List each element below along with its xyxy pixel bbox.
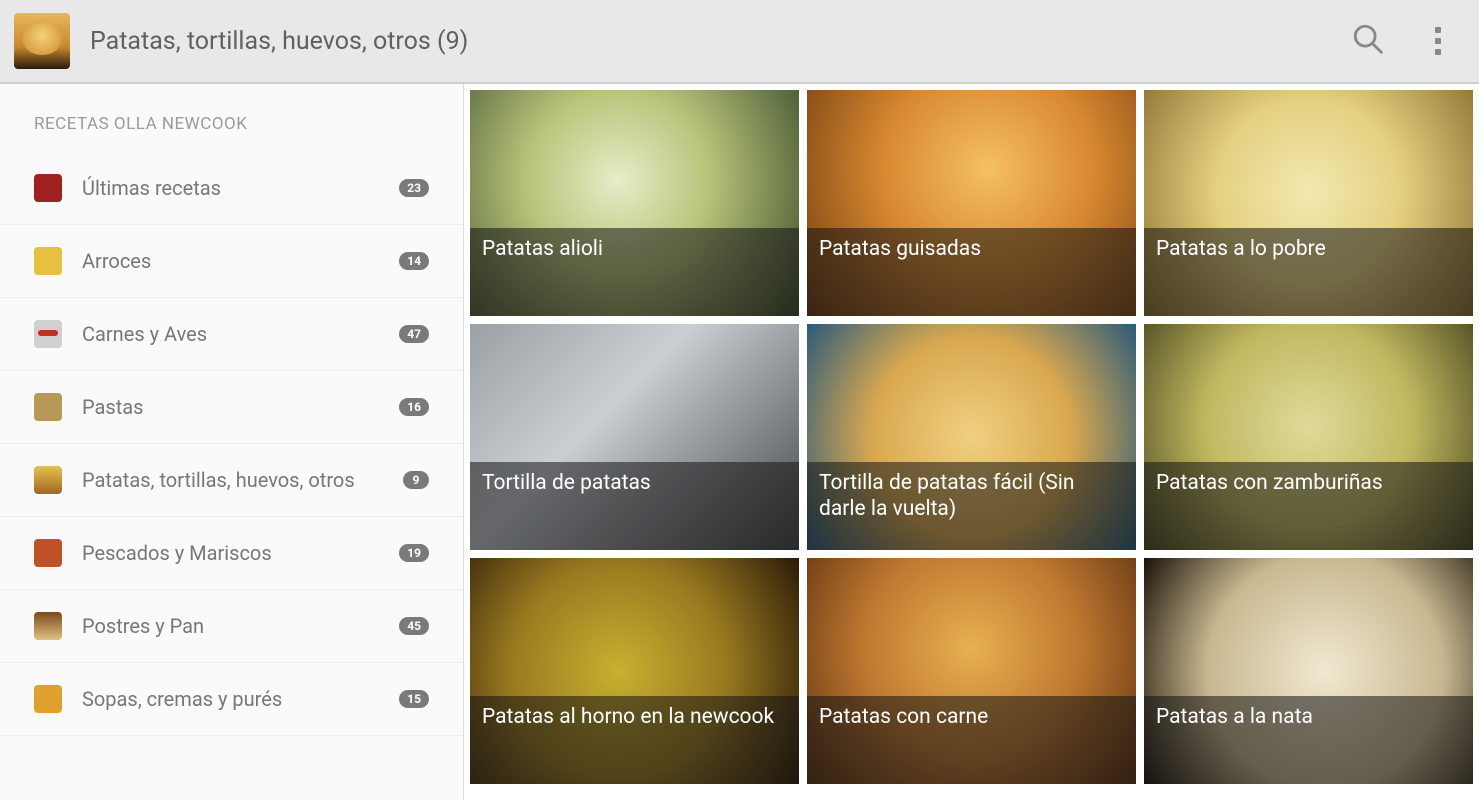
recipe-card[interactable]: Patatas guisadas <box>807 90 1136 316</box>
recipe-card[interactable]: Patatas a lo pobre <box>1144 90 1473 316</box>
page-title: Patatas, tortillas, huevos, otros (9) <box>90 27 1351 56</box>
count-badge: 23 <box>399 179 429 197</box>
sidebar-item-ultimas-recetas[interactable]: Últimas recetas 23 <box>0 152 463 225</box>
category-icon <box>34 685 62 713</box>
sidebar-item-postres-pan[interactable]: Postres y Pan 45 <box>0 590 463 663</box>
count-badge: 16 <box>399 398 429 416</box>
recipe-title: Patatas a la nata <box>1144 696 1473 784</box>
recipe-title: Patatas al horno en la newcook <box>470 696 799 784</box>
sidebar-item-label: Sopas, cremas y purés <box>82 687 399 711</box>
sidebar-item-label: Patatas, tortillas, huevos, otros <box>82 468 403 492</box>
category-icon <box>34 247 62 275</box>
recipe-card[interactable]: Patatas con zamburiñas <box>1144 324 1473 550</box>
recipe-title: Patatas con zamburiñas <box>1144 462 1473 550</box>
recipe-title: Patatas con carne <box>807 696 1136 784</box>
recipe-card[interactable]: Patatas alioli <box>470 90 799 316</box>
sidebar-item-label: Últimas recetas <box>82 176 399 200</box>
sidebar-item-label: Arroces <box>82 249 399 273</box>
recipe-card[interactable]: Patatas a la nata <box>1144 558 1473 784</box>
sidebar-item-label: Carnes y Aves <box>82 322 399 346</box>
sidebar-item-pescados-mariscos[interactable]: Pescados y Mariscos 19 <box>0 517 463 590</box>
recipe-card[interactable]: Tortilla de patatas <box>470 324 799 550</box>
sidebar-item-sopas-cremas[interactable]: Sopas, cremas y purés 15 <box>0 663 463 736</box>
sidebar: RECETAS OLLA NEWCOOK Últimas recetas 23 … <box>0 84 464 800</box>
content: RECETAS OLLA NEWCOOK Últimas recetas 23 … <box>0 84 1479 800</box>
sidebar-item-carnes-aves[interactable]: Carnes y Aves 47 <box>0 298 463 371</box>
action-icons <box>1351 22 1465 60</box>
recipe-title: Tortilla de patatas <box>470 462 799 550</box>
recipe-grid-container: Patatas alioli Patatas guisadas Patatas … <box>464 84 1479 800</box>
category-icon <box>34 612 62 640</box>
sidebar-item-label: Postres y Pan <box>82 614 399 638</box>
category-icon <box>34 393 62 421</box>
recipe-card[interactable]: Tortilla de patatas fácil (Sin darle la … <box>807 324 1136 550</box>
count-badge: 15 <box>399 690 429 708</box>
category-icon <box>34 466 62 494</box>
overflow-menu-icon[interactable] <box>1431 23 1445 59</box>
sidebar-item-patatas-tortillas[interactable]: Patatas, tortillas, huevos, otros 9 <box>0 444 463 517</box>
sidebar-item-label: Pastas <box>82 395 399 419</box>
category-icon <box>34 539 62 567</box>
count-badge: 19 <box>399 544 429 562</box>
count-badge: 45 <box>399 617 429 635</box>
recipe-title: Patatas a lo pobre <box>1144 228 1473 316</box>
sidebar-item-pastas[interactable]: Pastas 16 <box>0 371 463 444</box>
app-icon[interactable] <box>14 13 70 69</box>
recipe-card[interactable]: Patatas al horno en la newcook <box>470 558 799 784</box>
category-icon <box>34 174 62 202</box>
sidebar-item-label: Pescados y Mariscos <box>82 541 399 565</box>
count-badge: 14 <box>399 252 429 270</box>
recipe-title: Tortilla de patatas fácil (Sin darle la … <box>807 462 1136 550</box>
category-icon <box>34 320 62 348</box>
count-badge: 9 <box>403 471 429 489</box>
recipe-grid: Patatas alioli Patatas guisadas Patatas … <box>470 90 1473 784</box>
count-badge: 47 <box>399 325 429 343</box>
recipe-title: Patatas guisadas <box>807 228 1136 316</box>
recipe-title: Patatas alioli <box>470 228 799 316</box>
action-bar: Patatas, tortillas, huevos, otros (9) <box>0 0 1479 84</box>
sidebar-heading: RECETAS OLLA NEWCOOK <box>0 84 463 152</box>
recipe-card[interactable]: Patatas con carne <box>807 558 1136 784</box>
sidebar-item-arroces[interactable]: Arroces 14 <box>0 225 463 298</box>
search-icon[interactable] <box>1351 22 1385 60</box>
